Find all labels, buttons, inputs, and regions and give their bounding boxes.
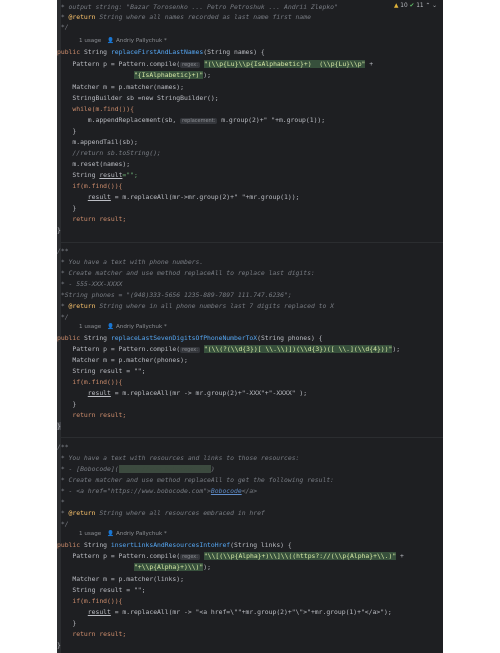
code-line: while(m.find()){: [57, 105, 134, 113]
code-line: * Create matcher and use method replaceA…: [57, 476, 335, 484]
code-line: result = m.replaceAll(mr->mr.group(2)+" …: [87, 193, 300, 201]
code-line: return result;: [57, 215, 127, 223]
code-line: if(m.find()){: [57, 597, 123, 605]
code-line: if(m.find()){: [57, 182, 123, 190]
code-line: * - <a href="https://www.bobocode.com">B…: [57, 487, 258, 495]
usage-hint[interactable]: 1 usage 👤 Andriy Pallychuk *: [79, 324, 167, 330]
code-line: * @return String where all resources emb…: [57, 509, 265, 517]
usage-hint[interactable]: 1 usage 👤 Andriy Pallychuk *: [79, 531, 167, 537]
code-line: * - [Bobocode](https://www.bobocode.com): [57, 465, 215, 473]
code-line: "+\\p{Alpha}+)\\)");: [133, 563, 211, 571]
method-signature: public String insertLinksAndResourcesInt…: [57, 541, 292, 549]
redacted-url: https://www.bobocode.com: [118, 465, 211, 473]
code-line: * @return String where in all phone numb…: [57, 302, 335, 310]
code-line: m.reset(names);: [57, 160, 131, 168]
method-signature: public String replaceFirstAndLastNames(S…: [57, 48, 265, 56]
code-line: * You have a text with resources and lin…: [57, 454, 300, 462]
doc-link[interactable]: Bobocode: [211, 487, 242, 495]
code-line: * You have a text with phone numbers.: [57, 258, 204, 266]
code-line: }: [57, 226, 61, 234]
person-icon: 👤: [107, 531, 115, 537]
code-line: Pattern p = Pattern.compile(regex: "\\[(…: [57, 552, 404, 560]
code-line: }: [57, 204, 77, 212]
method-separator: [57, 437, 443, 438]
param-hint: regex:: [180, 554, 200, 560]
code-editor[interactable]: ▲ 10 ✔ 11 ⌃ ⌄ * output string: "Bazar To…: [57, 0, 443, 653]
code-line: }: [57, 619, 77, 627]
code-line: * Create matcher and use method replaceA…: [57, 269, 315, 277]
code-line: */: [57, 23, 69, 31]
usage-hint[interactable]: 1 usage 👤 Andriy Pallychuk *: [79, 38, 167, 44]
code-line: */: [57, 520, 69, 528]
code-line: result = m.replaceAll(mr -> "<a href=\""…: [87, 608, 392, 616]
code-line: /**: [57, 443, 69, 451]
param-hint: replacement:: [180, 118, 218, 124]
code-line: * @return String where all names recorde…: [57, 13, 311, 21]
code-line: Pattern p = Pattern.compile(regex: "(\\p…: [57, 60, 374, 68]
code-line: */: [57, 313, 69, 321]
code-line: Matcher m = p.matcher(links);: [57, 575, 184, 583]
code-line: return result;: [57, 411, 127, 419]
code-line: //return sb.toString();: [57, 149, 161, 157]
code-line: String result = "";: [57, 586, 146, 594]
code-line: result = m.replaceAll(mr -> mr.group(2)+…: [87, 389, 308, 397]
method-separator: [57, 242, 443, 243]
code-line: Pattern p = Pattern.compile(regex: "(\\(…: [57, 345, 401, 353]
code-line: if(m.find()){: [57, 378, 123, 386]
code-line: String result="";: [57, 171, 138, 179]
code-line: * output string: "Bazar Torosenko ... Pe…: [57, 3, 338, 11]
code-line: }: [57, 422, 61, 430]
code-line: Matcher m = p.matcher(phones);: [57, 356, 188, 364]
code-line: }: [57, 641, 61, 649]
code-line: String result = "";: [57, 367, 146, 375]
person-icon: 👤: [107, 324, 115, 330]
code-line: Matcher m = p.matcher(names);: [57, 83, 184, 91]
method-signature: public String replaceLastSevenDigitsOfPh…: [57, 334, 323, 342]
code-line: }: [57, 127, 77, 135]
code-line: "{IsAlphabetic}+)");: [133, 71, 211, 79]
code-line: m.appendTail(sb);: [57, 138, 138, 146]
code-line: StringBuilder sb =new StringBuilder();: [57, 94, 219, 102]
param-hint: regex:: [180, 62, 200, 68]
person-icon: 👤: [107, 38, 115, 44]
code-line: return result;: [57, 630, 127, 638]
code-line: /**: [57, 247, 69, 255]
code-line: m.appendReplacement(sb, replacement: m.g…: [57, 116, 326, 124]
code-line: * - 555-XXX-XXXX: [57, 280, 123, 288]
code-line: }: [57, 400, 77, 408]
code-line: *: [57, 498, 65, 506]
param-hint: regex:: [180, 347, 200, 353]
code-line: *String phones = "(948)333-5656 1235-889…: [57, 291, 292, 299]
